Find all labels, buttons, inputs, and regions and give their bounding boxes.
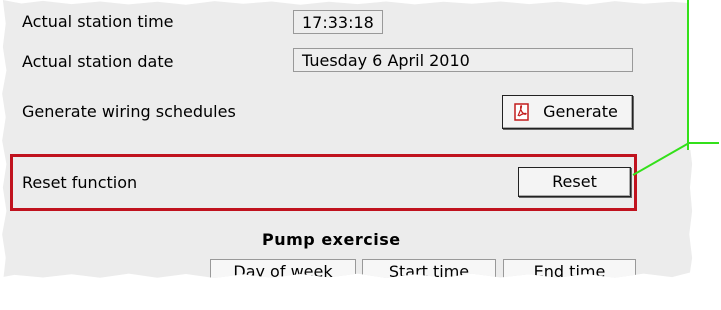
wiring-schedules-label: Generate wiring schedules <box>22 102 236 121</box>
chevron-down-icon[interactable]: ▼ <box>340 287 359 309</box>
end-time-input[interactable]: 10:15 h:m <box>521 286 631 310</box>
pdf-icon <box>514 103 529 121</box>
pump-row-label: Start on <box>30 288 87 304</box>
column-header-end: End time <box>503 259 636 279</box>
reset-button-label: Reset <box>552 172 597 191</box>
column-header-day: Day of week <box>210 259 356 279</box>
day-of-week-value: Monday <box>215 290 271 306</box>
reset-function-label: Reset function <box>22 173 138 192</box>
station-date-label: Actual station date <box>22 52 174 71</box>
start-time-input[interactable]: 10:00 h:m <box>362 286 494 310</box>
station-time-label: Actual station time <box>22 12 174 31</box>
pump-exercise-title: Pump exercise <box>262 230 401 249</box>
column-header-start: Start time <box>362 259 496 279</box>
callout-pointer <box>632 142 719 176</box>
generate-button[interactable]: Generate <box>502 95 633 129</box>
station-time-field: 17:33:18 <box>293 10 383 34</box>
callout-bubble <box>687 0 721 150</box>
day-of-week-select[interactable]: Monday ▼ <box>210 286 360 310</box>
generate-button-label: Generate <box>543 102 618 121</box>
station-date-field: Tuesday 6 April 2010 <box>293 48 633 72</box>
